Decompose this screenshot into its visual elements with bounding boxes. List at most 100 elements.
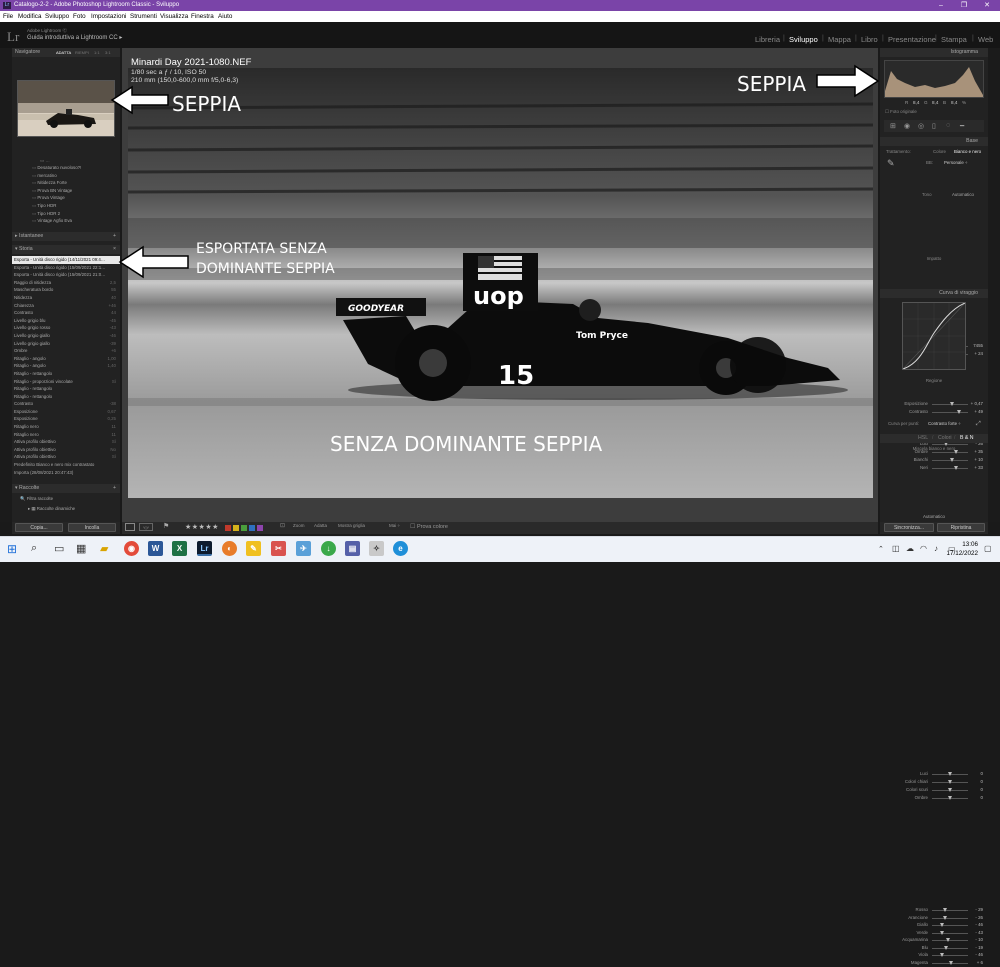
history-item[interactable]: Chiarezza +46 <box>12 302 120 310</box>
slider-knob[interactable] <box>949 458 954 462</box>
graduated-filter-icon[interactable]: ▯ <box>932 122 936 130</box>
chrome-icon[interactable]: ◉ <box>124 541 139 556</box>
module-libreria[interactable]: Libreria <box>755 35 780 44</box>
history-item[interactable]: Livello grigio giallo -39 <box>12 340 120 348</box>
slider-row[interactable]: Neri + 33 <box>880 464 988 472</box>
color-label-swatch[interactable] <box>257 525 263 531</box>
slider-row[interactable]: Bianchi + 10 <box>880 456 988 464</box>
paste-button[interactable]: Incolla <box>68 523 116 532</box>
history-item[interactable]: Ritaglio - rettangolo <box>12 393 120 401</box>
treatment-color[interactable]: Colore <box>933 149 946 154</box>
history-item[interactable]: Ritaglio nero 11 <box>12 423 120 431</box>
tone-curve[interactable] <box>902 302 966 370</box>
history-item[interactable]: Contrasto 44 <box>12 309 120 317</box>
maximize-button[interactable]: ❐ <box>953 0 975 11</box>
history-item[interactable]: Esporta - Unità disco rigido (15/09/2021… <box>12 271 120 279</box>
zoom-fit[interactable]: Adatta <box>314 523 327 528</box>
slider-track[interactable] <box>932 955 968 956</box>
minimize-button[interactable]: – <box>930 0 952 11</box>
slider-knob[interactable] <box>949 960 954 965</box>
slider-track[interactable] <box>932 444 968 445</box>
color-label-swatch[interactable] <box>233 525 239 531</box>
slider-knob[interactable] <box>956 410 961 414</box>
app-icon-blue[interactable]: ✈ <box>296 541 311 556</box>
history-item[interactable]: Ritaglio - proporzioni vincolate Sì <box>12 378 120 386</box>
slider-track[interactable] <box>932 947 968 949</box>
radial-filter-icon[interactable]: ◌ <box>946 122 950 129</box>
history-item[interactable]: Attiva profilo obiettivo No <box>12 446 120 454</box>
sync-button[interactable]: Sincronizza... <box>884 523 934 532</box>
history-item[interactable]: Livello grigio giallo -46 <box>12 332 120 340</box>
history-item[interactable]: Nitidezza 40 <box>12 294 120 302</box>
slider-knob[interactable] <box>946 938 951 942</box>
slider-row[interactable]: Magenta + 6 <box>880 959 988 967</box>
preset-item[interactable]: ▭ Vintage Agfio Eva <box>12 217 120 225</box>
slider-track[interactable] <box>932 932 968 934</box>
red-eye-icon[interactable]: ◎ <box>918 122 924 130</box>
slider-knob[interactable] <box>939 953 944 957</box>
module-mappa[interactable]: Mappa <box>828 35 851 44</box>
slider-knob[interactable] <box>948 772 952 776</box>
bw-auto[interactable]: Automatico <box>880 514 988 521</box>
preset-item[interactable]: ▭ Prova Vintage <box>12 194 120 202</box>
history-item[interactable]: Esporta - Unità disco rigido (14/11/2021… <box>12 256 120 264</box>
excel-icon[interactable]: X <box>172 541 187 556</box>
slider-track[interactable] <box>932 910 968 911</box>
nav-opt-fill[interactable]: RIEMPI <box>75 48 89 57</box>
tray-chevron-icon[interactable]: ⌃ <box>878 545 884 553</box>
right-panel-edge[interactable] <box>988 48 1000 522</box>
tab-bw[interactable]: B & N <box>960 434 974 443</box>
search-icon[interactable]: ⌕ <box>31 542 37 555</box>
history-item[interactable]: Raggio di nitidezza 2,5 <box>12 279 120 287</box>
menu-aiuto[interactable]: Aiuto <box>218 13 232 20</box>
color-label-swatch[interactable] <box>225 525 231 531</box>
history-item[interactable]: Ritaglio - angolo 1,40 <box>12 362 120 370</box>
copy-button[interactable]: Copia... <box>15 523 63 532</box>
app-icon-green[interactable]: ↓ <box>321 541 336 556</box>
brush-icon[interactable]: ━ <box>960 122 964 130</box>
treatment-bw[interactable]: Bianco e nero <box>954 149 981 154</box>
app-icon-orange[interactable]: ◐ <box>222 541 237 556</box>
menu-impostazioni[interactable]: Impostazioni <box>91 13 126 20</box>
clock-time[interactable]: 13:06 <box>948 541 978 548</box>
history-header[interactable]: ▾ Storia × <box>12 245 120 254</box>
tab-hsl[interactable]: HSL <box>918 434 928 443</box>
preset-item[interactable]: ▭ Tipo HDR <box>12 202 120 210</box>
slider-row[interactable]: Ombre 0 <box>880 794 988 802</box>
menu-finestra[interactable]: Finestra <box>191 13 214 20</box>
navigator-preview[interactable] <box>17 80 115 137</box>
wifi-icon[interactable]: ◠ <box>920 544 927 553</box>
history-item[interactable]: Esposizione 0,67 <box>12 408 120 416</box>
preset-item[interactable]: ▭ mercatino <box>12 172 120 180</box>
app-icon-red[interactable]: ✂ <box>271 541 286 556</box>
nav-opt-fit[interactable]: ADATTA <box>56 48 71 57</box>
nav-opt-1to1[interactable]: 1:1 <box>94 48 100 57</box>
left-panel-edge[interactable] <box>0 48 12 522</box>
proof-checkbox[interactable]: ☐ <box>410 523 415 530</box>
spot-removal-icon[interactable]: ◉ <box>904 122 910 130</box>
rating-stars[interactable]: ★★★★★ <box>185 523 219 531</box>
slider-knob[interactable] <box>948 796 952 800</box>
preset-item[interactable]: ▭ Desaturato nuvoloso?! <box>12 164 120 172</box>
curve-edit-icon[interactable]: ⤢ <box>976 421 981 428</box>
loupe-view-icon[interactable] <box>125 523 135 531</box>
preset-item[interactable]: ▭ Tipo HDR 2 <box>12 210 120 218</box>
volume-icon[interactable]: ♪ <box>934 544 938 553</box>
color-label-swatch[interactable] <box>241 525 247 531</box>
tone-auto[interactable]: Automatico <box>952 192 974 197</box>
histogram[interactable] <box>884 60 984 98</box>
slider-track[interactable] <box>932 925 968 926</box>
clock-date[interactable]: 17/12/2022 <box>942 550 978 557</box>
history-item[interactable]: Esporta - Unità disco rigido (15/09/2021… <box>12 264 120 272</box>
menu-sviluppo[interactable]: Sviluppo <box>45 13 69 20</box>
history-item[interactable]: Ombre +6 <box>12 347 120 355</box>
history-item[interactable]: Esposizione 0,25 <box>12 415 120 423</box>
menu-visualizza[interactable]: Visualizza <box>160 13 188 20</box>
histogram-header[interactable]: Istogramma <box>880 48 988 57</box>
reset-button[interactable]: Ripristina <box>937 523 985 532</box>
history-item[interactable]: Predefinito Bianco e nero mix contrastat… <box>12 461 120 469</box>
slider-knob[interactable] <box>950 402 955 406</box>
history-item[interactable]: Contrasto -38 <box>12 400 120 408</box>
tab-colori[interactable]: Colori <box>938 434 952 443</box>
slider-knob[interactable] <box>939 923 944 927</box>
